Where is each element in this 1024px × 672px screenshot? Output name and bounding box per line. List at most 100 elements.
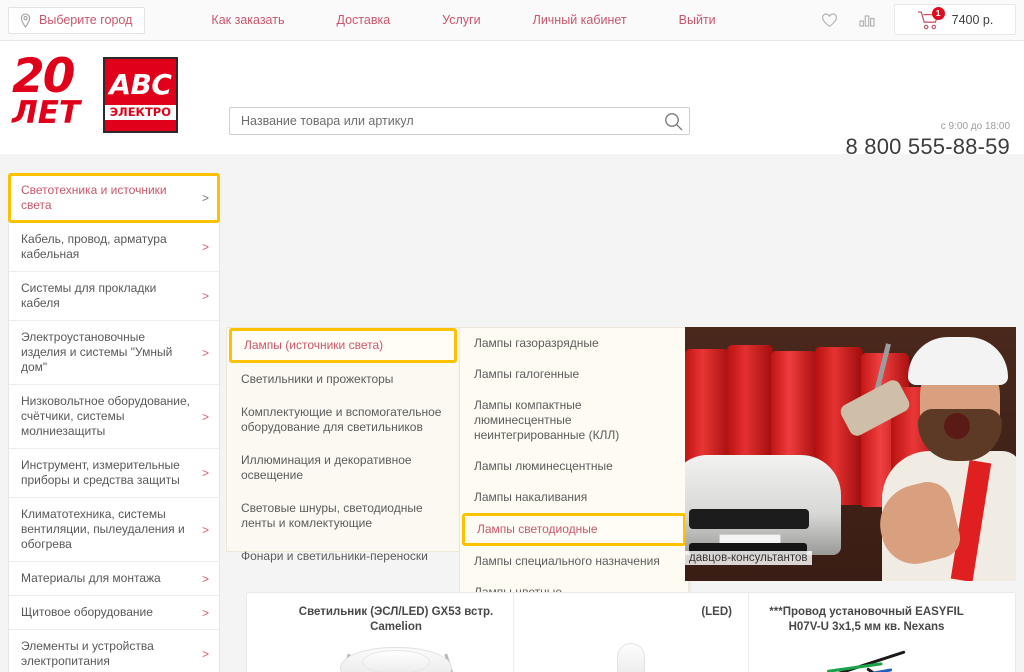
category-item-label: Системы для прокладки кабеля xyxy=(21,281,157,310)
product-card-list: Светильник (ЭСЛ/LED) GX53 встр. Camelion… xyxy=(279,593,985,672)
cart-button[interactable]: 1 7400 р. xyxy=(894,4,1016,35)
subcategory-item-luminaires[interactable]: Светильники и прожекторы xyxy=(227,363,459,396)
category-item-climate[interactable]: Климатотехника, системы вентиляции, пыле… xyxy=(9,498,219,562)
subcategory-item-label: Фонари и светильники-переноски xyxy=(241,549,428,563)
category-item-cable-systems[interactable]: Системы для прокладки кабеля > xyxy=(9,272,219,321)
category-item-mounting-materials[interactable]: Материалы для монтажа > xyxy=(9,562,219,596)
promo-banner[interactable]: давцов-консультантов xyxy=(685,327,1016,581)
category-item-label: Кабель, провод, арматура кабельная xyxy=(21,232,167,261)
heart-icon[interactable] xyxy=(818,9,840,31)
subcategory-item-label: Световые шнуры, светодиодные ленты и ком… xyxy=(241,501,423,530)
category-item-cable[interactable]: Кабель, провод, арматура кабельная > xyxy=(9,223,219,272)
product-title: ***Провод установочный EASYFIL H07V-U 3x… xyxy=(769,606,964,633)
search-bar xyxy=(229,107,690,135)
search-icon[interactable] xyxy=(663,111,684,132)
car-image xyxy=(685,455,841,555)
site-logo[interactable]: 20 ЛЕТ АВС ЭЛЕКТРО xyxy=(12,49,178,135)
city-selector-label: Выберите город xyxy=(39,13,133,27)
category-item-label: Материалы для монтажа xyxy=(21,571,161,585)
lamp-type-incandescent[interactable]: Лампы накаливания xyxy=(460,482,688,513)
logo-years-number: 20 xyxy=(12,49,75,104)
subcategory-item-led-strips[interactable]: Световые шнуры, светодиодные ленты и ком… xyxy=(227,492,459,540)
downlight-fixture-image xyxy=(279,639,513,672)
subcategory-item-label: Иллюминация и декоративное освещение xyxy=(241,453,412,482)
lamp-type-fluorescent[interactable]: Лампы люминесцентные xyxy=(460,451,688,482)
logo-brand-box: АВС ЭЛЕКТРО xyxy=(102,57,178,133)
product-card[interactable]: ***Провод установочный EASYFIL H07V-U 3x… xyxy=(749,593,984,672)
chevron-right-icon: > xyxy=(201,240,209,254)
cart-badge: 1 xyxy=(931,6,945,20)
subcategory-list: Лампы (источники света) Светильники и пр… xyxy=(226,327,459,563)
lamp-type-gas-discharge[interactable]: Лампы газоразрядные xyxy=(460,328,688,359)
category-item-label: Низковольтное оборудование, счётчики, си… xyxy=(21,394,190,438)
chevron-right-icon: > xyxy=(201,466,209,480)
category-item-low-voltage[interactable]: Низковольтное оборудование, счётчики, си… xyxy=(9,385,219,449)
category-item-label: Светотехника и источники света xyxy=(21,183,167,212)
worker-mouth-decor xyxy=(944,413,970,439)
lamp-type-led[interactable]: Лампы светодиодные xyxy=(462,513,686,546)
category-item-electrical-fittings[interactable]: Электроустановочные изделия и системы "У… xyxy=(9,321,219,385)
chevron-left-icon[interactable]: ‹ xyxy=(256,664,266,672)
lamp-type-special-purpose[interactable]: Лампы специального назначения xyxy=(460,546,688,577)
cart-total: 7400 р. xyxy=(951,12,994,27)
top-nav-item-delivery[interactable]: Доставка xyxy=(310,13,416,27)
electrical-wire-image xyxy=(749,639,984,672)
product-title: Светильник (ЭСЛ/LED) GX53 встр. Camelion xyxy=(298,606,494,633)
category-item-label: Элементы и устройства электропитания xyxy=(21,639,154,668)
category-list: Светотехника и источники света > Кабель,… xyxy=(8,173,220,672)
led-bulb-image xyxy=(514,639,748,672)
chevron-right-icon: > xyxy=(201,289,209,303)
subcategory-item-flashlights[interactable]: Фонари и светильники-переноски xyxy=(227,540,459,573)
chevron-right-icon: > xyxy=(201,571,209,586)
top-nav-item-logout[interactable]: Выйти xyxy=(653,13,742,27)
subcategory-item-label: Светильники и прожекторы xyxy=(241,372,394,386)
category-item-tools[interactable]: Инструмент, измерительные приборы и сред… xyxy=(9,449,219,498)
lamp-type-label: Лампы компактные люминесцентные неинтегр… xyxy=(474,398,620,442)
lamp-type-label: Лампы светодиодные xyxy=(477,522,598,536)
lamp-type-compact-fluorescent[interactable]: Лампы компактные люминесцентные неинтегр… xyxy=(460,390,688,451)
chevron-right-icon: > xyxy=(201,191,209,205)
catalog-menu-area: Светотехника и источники света > Кабель,… xyxy=(0,154,1024,672)
chevron-right-icon: > xyxy=(201,647,209,661)
top-nav-item-account[interactable]: Личный кабинет xyxy=(507,13,653,27)
product-card[interactable]: (LED) 200 р. 176р. /шт. Купить xyxy=(514,593,749,672)
subcategory-item-illumination[interactable]: Иллюминация и декоративное освещение xyxy=(227,444,459,492)
car-grille-decor xyxy=(689,509,809,529)
logo-years-block: 20 ЛЕТ xyxy=(12,49,105,131)
subcategory-item-label: Комплектующие и вспомогательное оборудов… xyxy=(241,405,442,434)
category-item-switchboard[interactable]: Щитовое оборудование > xyxy=(9,596,219,630)
search-input[interactable] xyxy=(229,107,690,135)
category-item-label: Электроустановочные изделия и системы "У… xyxy=(21,330,173,374)
chevron-right-icon: > xyxy=(201,345,209,360)
working-hours: с 9:00 до 18:00 xyxy=(940,121,1010,132)
top-bar-actions: 1 7400 р. xyxy=(818,4,1016,35)
banner-caption: давцов-консультантов xyxy=(685,551,812,565)
product-title: (LED) xyxy=(701,606,732,618)
chevron-right-icon: > xyxy=(201,409,209,424)
location-pin-icon xyxy=(19,12,32,28)
category-item-label: Климатотехника, системы вентиляции, пыле… xyxy=(21,507,185,551)
bulb-glass-decor xyxy=(617,643,645,672)
lamp-type-label: Лампы галогенные xyxy=(474,367,580,381)
page-root: Выберите город Как заказать Доставка Усл… xyxy=(0,0,1024,672)
compare-bars-icon[interactable] xyxy=(856,9,878,31)
shopping-cart-icon: 1 xyxy=(917,6,945,30)
lamp-type-label: Лампы газоразрядные xyxy=(474,336,599,350)
subcategory-item-lamps[interactable]: Лампы (источники света) xyxy=(229,328,457,363)
logo-brand-subtitle: ЭЛЕКТРО xyxy=(104,104,176,120)
product-card[interactable]: Светильник (ЭСЛ/LED) GX53 встр. Camelion… xyxy=(279,593,514,672)
lamp-type-halogen[interactable]: Лампы галогенные xyxy=(460,359,688,390)
product-carousel: ‹ › Светильник (ЭСЛ/LED) GX53 встр. Came… xyxy=(246,592,1016,672)
logo-years-word: ЛЕТ xyxy=(12,95,81,131)
top-nav-item-how-to-order[interactable]: Как заказать xyxy=(185,13,310,27)
top-nav-item-services[interactable]: Услуги xyxy=(416,13,506,27)
chevron-right-icon: > xyxy=(201,605,209,620)
chevron-right-icon[interactable]: › xyxy=(996,664,1006,672)
lamp-type-label: Лампы накаливания xyxy=(474,490,588,504)
lamp-type-label: Лампы люминесцентные xyxy=(474,459,613,473)
city-selector[interactable]: Выберите город xyxy=(8,6,146,34)
logo-brand-name: АВС xyxy=(109,67,172,101)
subcategory-item-components[interactable]: Комплектующие и вспомогательное оборудов… xyxy=(227,396,459,444)
category-item-power-supply[interactable]: Элементы и устройства электропитания > xyxy=(9,630,219,672)
category-item-lighting[interactable]: Светотехника и источники света > xyxy=(8,173,220,223)
